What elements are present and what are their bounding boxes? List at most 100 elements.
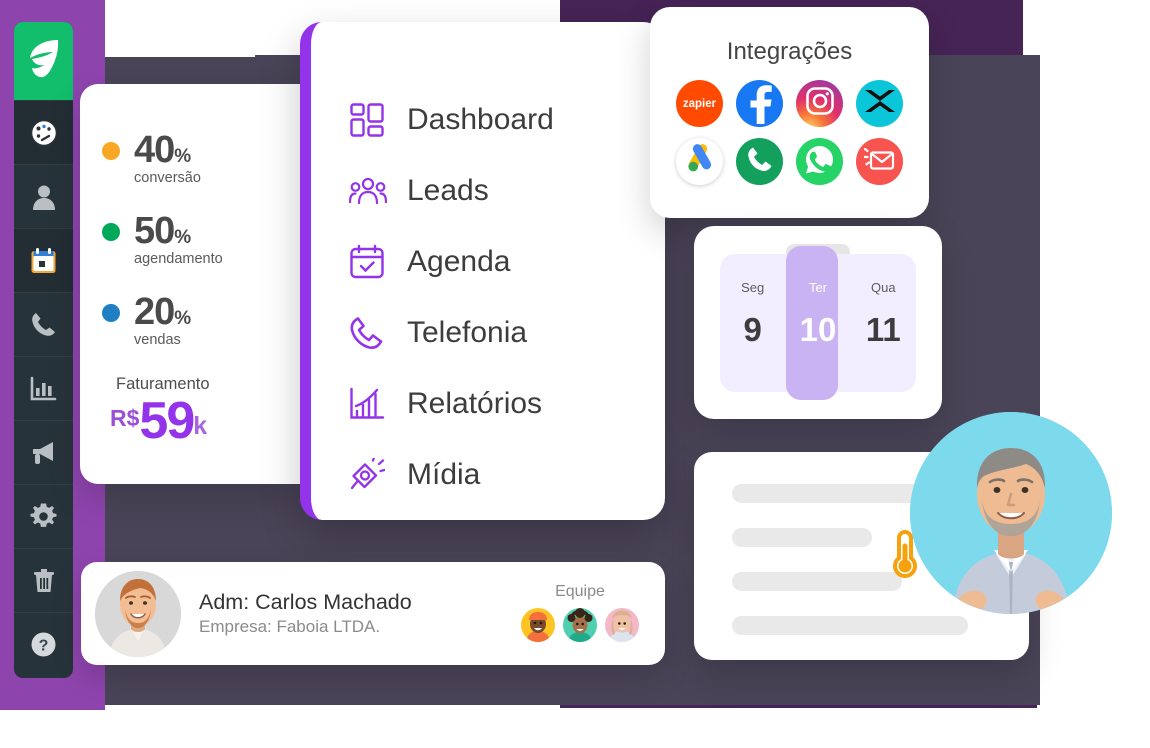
google-ads-icon (684, 143, 716, 180)
revenue-suffix: k (193, 412, 208, 441)
avatar (95, 570, 181, 657)
stat-dot (102, 304, 120, 323)
revenue-amount: 59 (139, 392, 195, 451)
hero-photo-clip (910, 412, 1150, 614)
integrations-card: Integrações zapier (650, 7, 929, 218)
stat-value: 40% (134, 129, 191, 171)
menu-item-label: Relatórios (407, 386, 543, 420)
placeholder-line (732, 616, 968, 635)
menu-item-leads[interactable]: Leads (349, 155, 665, 226)
sidebar-item-contacts[interactable] (14, 164, 73, 228)
people-group-icon (349, 176, 395, 206)
stat-label: conversão (134, 170, 201, 187)
user-info: Adm: Carlos Machado Empresa: Faboia LTDA… (199, 590, 412, 637)
stat-value: 20% (134, 291, 191, 334)
calendar-day-qua[interactable]: Qua 11 (851, 254, 916, 392)
calendar-day-seg[interactable]: Seg 9 (720, 254, 785, 392)
sidebar-item-help[interactable]: ? (14, 612, 73, 676)
sidebar-item-reports[interactable] (14, 356, 73, 420)
integration-phone[interactable] (736, 138, 783, 185)
zapier-icon: zapier (682, 97, 717, 110)
team-member-1-avatar[interactable] (519, 606, 557, 644)
instagram-icon (805, 86, 835, 121)
integration-whatsapp[interactable] (796, 138, 843, 185)
calendar-strip: Seg 9 Ter 10 Qua 11 (720, 246, 916, 400)
stats-card: 40% conversão 50% agendamento 20% vendas… (80, 84, 300, 484)
team-title: Equipe (555, 583, 605, 600)
phone-handset-icon (349, 316, 395, 350)
app-sidebar: ? (14, 22, 73, 678)
integration-rd-station[interactable] (856, 80, 903, 127)
stat-dot (102, 142, 120, 160)
integration-email[interactable] (856, 138, 903, 185)
placeholder-line (732, 528, 872, 547)
wing-logo-icon (24, 36, 64, 87)
person-icon (31, 183, 57, 211)
menu-item-media[interactable]: Mídia (349, 439, 665, 510)
sidebar-item-campaigns[interactable] (14, 420, 73, 484)
illustration-stage: ? 40% conversão 50% agendamento 20% vend… (0, 0, 1150, 748)
revenue-block: Faturamento R$59k (102, 375, 300, 451)
calendar-check-icon (349, 244, 395, 280)
team-member-2-avatar[interactable] (561, 606, 599, 644)
mail-icon (863, 146, 895, 177)
menu-item-label: Leads (407, 173, 489, 207)
sidebar-item-trash[interactable] (14, 548, 73, 612)
menu-item-reports[interactable]: Relatórios (349, 368, 665, 439)
integration-google-ads[interactable] (676, 138, 723, 185)
stat-dot (102, 223, 120, 242)
menu-item-label: Telefonia (407, 315, 528, 349)
megaphone-icon (349, 457, 395, 492)
menu-item-dashboard[interactable]: Dashboard (349, 84, 665, 155)
main-menu-card: Dashboard Leads Agenda Telefonia Relatór… (300, 22, 665, 520)
user-company: Empresa: Faboia LTDA. (199, 617, 381, 636)
stat-label: vendas (134, 332, 181, 349)
placeholder-line (732, 484, 939, 503)
integrations-grid: zapier (650, 80, 929, 185)
smiling-man-photo (910, 412, 1112, 614)
revenue-currency: R$ (110, 405, 140, 432)
integration-instagram[interactable] (796, 80, 843, 127)
calendar-icon (30, 247, 57, 275)
gear-icon (30, 503, 57, 530)
stat-row: 20% vendas (102, 291, 300, 349)
svg-text:?: ? (39, 638, 49, 655)
bar-chart-icon (30, 376, 57, 401)
speedometer-icon (30, 119, 58, 147)
menu-item-agenda[interactable]: Agenda (349, 226, 665, 297)
user-name: Adm: Carlos Machado (199, 590, 412, 614)
question-mark-icon: ? (30, 631, 57, 658)
megaphone-icon (30, 440, 58, 466)
menu-item-label: Agenda (407, 244, 511, 278)
stat-row: 50% agendamento (102, 210, 300, 268)
calendar-dow-label: Ter (808, 280, 828, 295)
grid-layout-icon (349, 102, 395, 138)
bar-chart-growth-icon (349, 387, 395, 420)
sidebar-item-dashboard[interactable] (14, 100, 73, 164)
stat-value: 50% (134, 210, 191, 253)
calendar-day-number: 11 (865, 311, 901, 348)
sidebar-item-telephony[interactable] (14, 292, 73, 356)
calendar-day-number: 9 (743, 311, 762, 348)
rd-station-icon (863, 86, 897, 121)
app-logo[interactable] (14, 22, 73, 100)
menu-item-telephony[interactable]: Telefonia (349, 297, 665, 368)
integration-facebook[interactable] (736, 80, 783, 127)
calendar-dow-label: Qua (871, 280, 896, 295)
phone-icon (30, 311, 57, 338)
team-avatars (519, 606, 641, 644)
facebook-icon (737, 80, 783, 127)
whatsapp-icon (804, 144, 835, 180)
team-member-3-avatar[interactable] (603, 606, 641, 644)
menu-item-label: Mídia (407, 457, 481, 491)
calendar-dow-label: Seg (741, 280, 765, 295)
user-profile-bar: Adm: Carlos Machado Empresa: Faboia LTDA… (81, 562, 665, 665)
calendar-day-ter[interactable]: Ter 10 (785, 254, 850, 392)
calendar-widget: Seg 9 Ter 10 Qua 11 (694, 226, 942, 419)
sidebar-item-agenda[interactable] (14, 228, 73, 292)
phone-icon (746, 146, 773, 178)
integration-zapier[interactable]: zapier (676, 80, 723, 127)
stat-label: agendamento (134, 251, 223, 268)
team-section: Equipe (519, 583, 641, 644)
sidebar-item-settings[interactable] (14, 484, 73, 548)
